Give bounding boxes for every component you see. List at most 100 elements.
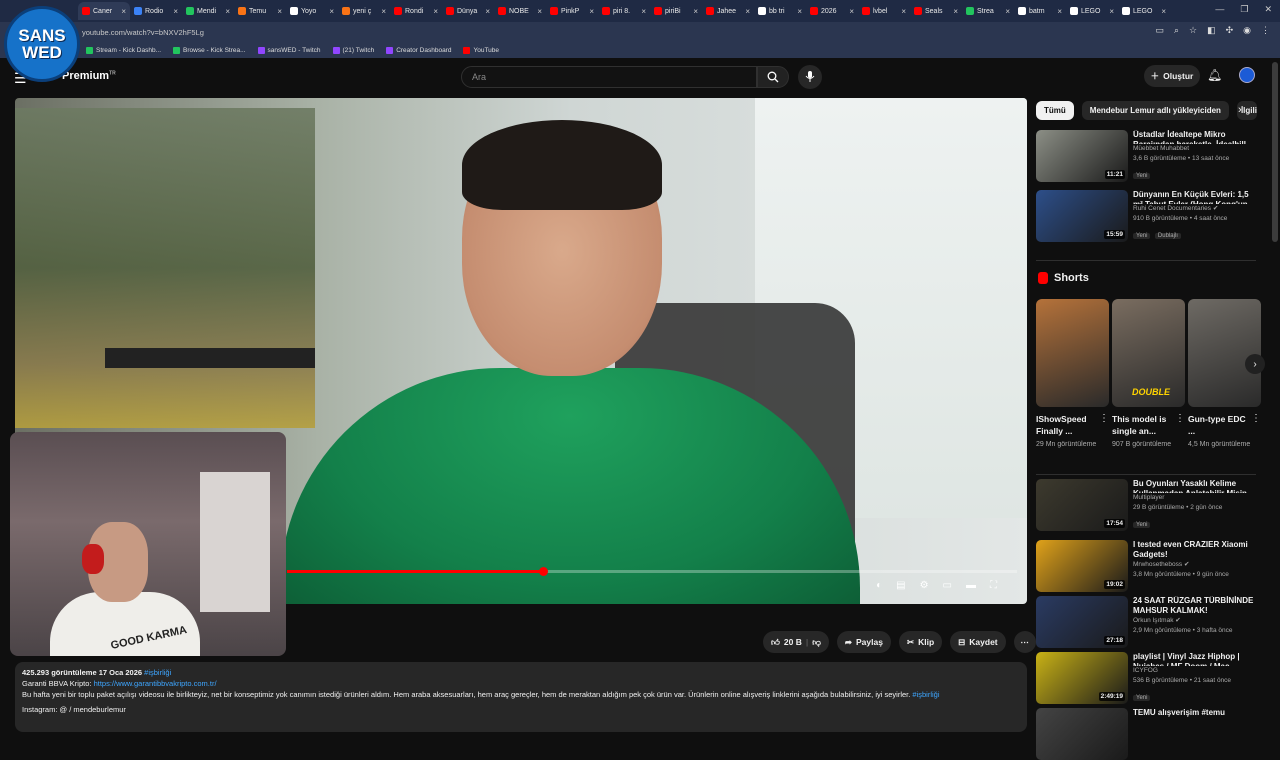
clip-button[interactable]: ✂ Klip [898,631,943,653]
settings-gear-icon[interactable]: ⚙ [920,580,929,591]
browser-tab[interactable]: LEGO × [1118,2,1170,20]
notifications-bell-icon[interactable]: 🔔︎ [1207,68,1222,82]
theater-mode-icon[interactable]: ▬ [966,580,976,591]
star-icon[interactable]: ☆ [1189,25,1197,36]
close-tab-icon[interactable]: × [745,7,750,16]
search-button[interactable] [757,66,789,88]
video-title[interactable]: playlist | Vinyl Jazz Hiphop | Nujabes /… [1133,652,1256,666]
close-tab-icon[interactable]: × [329,7,334,16]
recommended-video[interactable]: 15:59 Dünyanın En Küçük Evleri: 1,5 m² Ta… [1036,190,1256,242]
menu-icon[interactable]: ⋮ [1261,25,1270,36]
close-tab-icon[interactable]: × [1161,7,1166,16]
video-thumbnail[interactable]: 19:02 [1036,540,1128,592]
browser-tab[interactable]: Dünya × [442,2,494,20]
close-tab-icon[interactable]: × [277,7,282,16]
video-thumbnail[interactable]: 11:21 [1036,130,1128,182]
close-tab-icon[interactable]: × [225,7,230,16]
more-icon[interactable]: ⋮ [1251,413,1261,450]
video-title[interactable]: Dünyanın En Küçük Evleri: 1,5 m² Tabut E… [1133,190,1256,204]
bookmark-item[interactable]: (21) Twitch [332,46,374,54]
short-item[interactable]: DOUBLE This model is single an... 907 B … [1112,299,1185,450]
short-title[interactable]: Gun-type EDC ... [1188,413,1251,437]
short-item[interactable]: IShowSpeed Finally ... 29 Mn görüntüleme… [1036,299,1109,450]
browser-tab[interactable]: Caner × [78,2,130,20]
browser-tab[interactable]: 2026 × [806,2,858,20]
maximize-icon[interactable]: ❐ [1240,4,1248,15]
save-button[interactable]: ⊟ Kaydet [950,631,1006,653]
short-title[interactable]: IShowSpeed Finally ... [1036,413,1099,437]
avatar[interactable] [1239,67,1255,83]
short-thumbnail[interactable] [1036,299,1109,407]
browser-tab[interactable]: bb tri × [754,2,806,20]
youtube-logo[interactable]: PremiumTR [62,70,116,82]
like-button[interactable]: 👍︎ 20 B | 👎︎ [763,631,829,653]
recommended-video[interactable]: 17:54 Bu Oyunları Yasaklı Kelime Kullanma… [1036,479,1256,531]
video-thumbnail[interactable]: 17:54 [1036,479,1128,531]
cast-icon[interactable]: ▭ [1155,25,1164,36]
video-thumbnail[interactable]: 15:59 [1036,190,1128,242]
video-title[interactable]: Üstadlar İdealtepe Mikro Barajından hare… [1133,130,1256,144]
short-thumbnail[interactable] [1188,299,1261,407]
channel-name[interactable]: Orkun Işıtmak ✔ [1133,616,1256,626]
puzzle-icon[interactable]: ✣ [1226,25,1234,36]
browser-tab[interactable]: Jahee × [702,2,754,20]
chip-uploader[interactable]: Mendebur Lemur adlı yükleyiciden [1081,101,1229,120]
browser-tab[interactable]: yeni ç × [338,2,390,20]
close-tab-icon[interactable]: × [849,7,854,16]
progress-scrubber[interactable] [538,567,548,576]
browser-tab[interactable]: piriBi × [650,2,702,20]
recommended-video[interactable]: 19:02 I tested even CRAZIER Xiaomi Gadget… [1036,540,1256,592]
short-title[interactable]: This model is single an... [1112,413,1175,437]
video-progress-bar[interactable] [287,567,1017,576]
sponsor-link[interactable]: https://www.garantibbvakripto.com.tr/ [94,679,217,688]
channel-name[interactable]: ICYFOG [1133,666,1256,676]
browser-tab[interactable]: Rondi × [390,2,442,20]
video-thumbnail[interactable]: 27:18 [1036,596,1128,648]
close-tab-icon[interactable]: × [797,7,802,16]
miniplayer-icon[interactable]: ▭ [943,580,952,591]
browser-tab[interactable]: lvbel × [858,2,910,20]
more-icon[interactable]: ⋮ [1175,413,1185,450]
more-icon[interactable]: ⋮ [1099,413,1109,450]
subtitles-icon[interactable]: ▤ [896,580,905,591]
close-tab-icon[interactable]: × [537,7,542,16]
close-tab-icon[interactable]: × [953,7,958,16]
video-thumbnail[interactable]: 2:49:19 [1036,652,1128,704]
browser-tab[interactable]: piri 8. × [598,2,650,20]
close-tab-icon[interactable]: × [641,7,646,16]
thumbs-down-icon[interactable]: 👎︎ [812,637,821,648]
recommended-video[interactable]: TEMU alışverişim #temu [1036,708,1256,760]
extension-icon[interactable]: ◧ [1207,25,1216,36]
video-title[interactable]: Bu Oyunları Yasaklı Kelime Kullanmadan A… [1133,479,1256,493]
search-input[interactable]: Ara [461,66,757,88]
close-icon[interactable]: ✕ [1264,4,1272,15]
chevron-right-icon[interactable]: › [1238,104,1242,116]
recommended-video[interactable]: 2:49:19 playlist | Vinyl Jazz Hiphop | Nu… [1036,652,1256,704]
url-field[interactable]: youtube.com/watch?v=bNXV2hF5Lg [82,28,204,37]
close-tab-icon[interactable]: × [381,7,386,16]
browser-tab[interactable]: Yoyo × [286,2,338,20]
share-button[interactable]: ➦ Paylaş [836,631,891,653]
video-title[interactable]: TEMU alışverişim #temu [1133,708,1225,718]
profile-icon[interactable]: ◉ [1243,25,1251,36]
bookmark-item[interactable]: YouTube [463,46,499,54]
bookmark-item[interactable]: sansWED - Twitch [257,46,321,54]
close-tab-icon[interactable]: × [433,7,438,16]
browser-tab[interactable]: Strea × [962,2,1014,20]
video-title[interactable]: 24 SAAT RÜZGAR TÜRBİNİNDE MAHSUR KALMAK! [1133,596,1256,616]
close-tab-icon[interactable]: × [485,7,490,16]
recommended-video[interactable]: 27:18 24 SAAT RÜZGAR TÜRBİNİNDE MAHSUR KA… [1036,596,1256,648]
close-tab-icon[interactable]: × [1057,7,1062,16]
voice-search-button[interactable] [798,65,822,89]
more-actions-button[interactable]: ⋯ [1013,631,1036,653]
browser-tab[interactable]: LEGO × [1066,2,1118,20]
video-title[interactable]: I tested even CRAZIER Xiaomi Gadgets! [1133,540,1256,560]
browser-tab[interactable]: batm × [1014,2,1066,20]
scrollbar[interactable] [1272,62,1278,242]
browser-tab[interactable]: PinkP × [546,2,598,20]
recommended-video[interactable]: 11:21 Üstadlar İdealtepe Mikro Barajından… [1036,130,1256,182]
channel-name[interactable]: Multiplayer [1133,493,1256,503]
hashtag-link[interactable]: #işbirliği [912,690,939,699]
browser-tab[interactable]: Temu × [234,2,286,20]
short-thumbnail[interactable]: DOUBLE [1112,299,1185,407]
